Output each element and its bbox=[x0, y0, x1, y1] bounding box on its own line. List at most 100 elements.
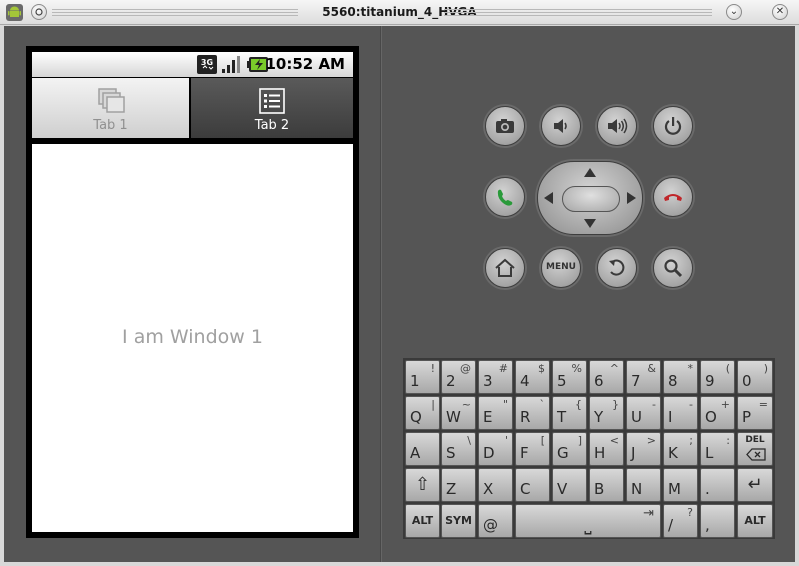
tab-2-label: Tab 2 bbox=[254, 118, 290, 133]
dpad-down-icon[interactable] bbox=[584, 219, 596, 228]
window-close-button[interactable]: ✕ bbox=[772, 4, 788, 20]
list-icon bbox=[259, 88, 285, 114]
dpad-right-icon[interactable] bbox=[627, 192, 636, 204]
key-5[interactable]: 5% bbox=[552, 360, 587, 394]
svg-text:3G: 3G bbox=[201, 58, 213, 67]
key-k[interactable]: K; bbox=[663, 432, 698, 466]
window-collapse-button[interactable]: ⌄ bbox=[726, 4, 742, 20]
end-call-icon bbox=[664, 194, 682, 201]
menu-button-label: MENU bbox=[546, 262, 576, 272]
home-icon bbox=[495, 258, 515, 277]
key-o[interactable]: O + bbox=[700, 396, 735, 430]
key-comma[interactable]: , bbox=[700, 504, 735, 538]
key-3[interactable]: 3 # bbox=[478, 360, 513, 394]
key-4[interactable]: 4 $ bbox=[515, 360, 550, 394]
tab-icon: ⇥ bbox=[643, 506, 654, 521]
back-button[interactable] bbox=[597, 248, 637, 288]
key-h[interactable]: H < bbox=[589, 432, 624, 466]
search-button[interactable] bbox=[653, 248, 693, 288]
volume-down-button[interactable] bbox=[541, 106, 581, 146]
key-0[interactable]: 0) bbox=[737, 360, 773, 394]
key-9[interactable]: 9( bbox=[700, 360, 735, 394]
key-l[interactable]: L: bbox=[700, 432, 735, 466]
tab-2[interactable]: Tab 2 bbox=[191, 78, 353, 138]
tab-1[interactable]: Tab 1 bbox=[32, 78, 189, 138]
key-r[interactable]: R ` bbox=[515, 396, 550, 430]
dpad-center-button[interactable] bbox=[562, 186, 620, 212]
volume-up-icon bbox=[608, 118, 628, 134]
power-button[interactable] bbox=[653, 106, 693, 146]
search-icon bbox=[664, 259, 683, 278]
window-stack-icon bbox=[97, 88, 125, 113]
volume-up-button[interactable] bbox=[597, 106, 637, 146]
key-enter[interactable]: ↵ bbox=[737, 468, 773, 502]
home-button[interactable] bbox=[485, 248, 525, 288]
key-p[interactable]: P = bbox=[737, 396, 773, 430]
close-icon: ✕ bbox=[775, 6, 785, 17]
dpad-up-icon[interactable] bbox=[584, 168, 596, 177]
key-g[interactable]: G] bbox=[552, 432, 587, 466]
enter-icon: ↵ bbox=[747, 474, 763, 495]
emulator-body: 3G 10:52 AM Tab 1 Tab 2 I am Window 1 ME… bbox=[4, 26, 795, 562]
status-time: 10:52 AM bbox=[265, 55, 345, 73]
key-space[interactable]: ⎵ ⇥ bbox=[515, 504, 661, 538]
key-6[interactable]: 6 ^ bbox=[589, 360, 624, 394]
key-v[interactable]: V bbox=[552, 468, 587, 502]
key-a[interactable]: A bbox=[405, 432, 440, 466]
network-3g-icon: 3G bbox=[197, 55, 217, 74]
key-j[interactable]: J > bbox=[626, 432, 661, 466]
key-c[interactable]: C bbox=[515, 468, 550, 502]
emulator-divider bbox=[380, 26, 382, 562]
window-titlebar: 5560:titanium_4_HVGA ⌄ ✕ bbox=[0, 0, 799, 25]
end-call-button[interactable] bbox=[653, 177, 693, 217]
key-e[interactable]: E " bbox=[478, 396, 513, 430]
window-text: I am Window 1 bbox=[122, 326, 263, 348]
key-7[interactable]: 7 & bbox=[626, 360, 661, 394]
chevron-down-icon: ⌄ bbox=[729, 6, 739, 17]
volume-down-icon bbox=[554, 119, 567, 133]
menu-button[interactable]: MENU bbox=[541, 248, 581, 288]
key-del[interactable]: DEL bbox=[737, 432, 773, 466]
key-alt-left[interactable]: ALT bbox=[405, 504, 440, 538]
key-n[interactable]: N bbox=[626, 468, 661, 502]
camera-button[interactable] bbox=[485, 106, 525, 146]
dpad-left-icon[interactable] bbox=[544, 192, 553, 204]
key-q[interactable]: Q | bbox=[405, 396, 440, 430]
titlebar-grip-right bbox=[444, 9, 712, 16]
key-t[interactable]: T{ bbox=[552, 396, 587, 430]
backspace-icon bbox=[746, 448, 766, 461]
call-button[interactable] bbox=[485, 177, 525, 217]
key-d[interactable]: D ' bbox=[478, 432, 513, 466]
key-z[interactable]: Z bbox=[441, 468, 476, 502]
key-m[interactable]: M bbox=[663, 468, 698, 502]
key-alt-right[interactable]: ALT bbox=[737, 504, 773, 538]
tab-bar: Tab 1 Tab 2 bbox=[32, 78, 353, 138]
key-i[interactable]: I- bbox=[663, 396, 698, 430]
camera-icon bbox=[496, 119, 514, 133]
key-at[interactable]: @ bbox=[478, 504, 513, 538]
phone-screen: 3G 10:52 AM Tab 1 Tab 2 I am Window 1 bbox=[26, 46, 359, 538]
key-b[interactable]: B bbox=[589, 468, 624, 502]
key-8[interactable]: 8 * bbox=[663, 360, 698, 394]
shift-icon: ⇧ bbox=[414, 474, 431, 495]
signal-strength-icon bbox=[222, 56, 240, 73]
phone-call-icon bbox=[497, 189, 513, 206]
key-2[interactable]: 2 @ bbox=[441, 360, 476, 394]
key-u[interactable]: U- bbox=[626, 396, 661, 430]
key-f[interactable]: F[ bbox=[515, 432, 550, 466]
hardware-keyboard: 1! 2 @ 3 # 4 $ 5% 6 ^ 7 & 8 * 9( 0) Q | W ~ E " R… bbox=[403, 358, 775, 539]
back-arrow-icon bbox=[609, 259, 625, 276]
power-icon bbox=[664, 117, 682, 135]
key-slash[interactable]: /? bbox=[663, 504, 698, 538]
key-s[interactable]: S \ bbox=[441, 432, 476, 466]
directional-pad[interactable] bbox=[537, 161, 643, 235]
key-w[interactable]: W ~ bbox=[441, 396, 476, 430]
key-period[interactable]: . bbox=[700, 468, 735, 502]
key-x[interactable]: X bbox=[478, 468, 513, 502]
space-icon: ⎵ bbox=[584, 514, 592, 535]
key-sym[interactable]: SYM bbox=[441, 504, 476, 538]
key-y[interactable]: Y} bbox=[589, 396, 624, 430]
window-content: I am Window 1 bbox=[32, 144, 353, 532]
key-shift[interactable]: ⇧ bbox=[405, 468, 440, 502]
key-1[interactable]: 1! bbox=[405, 360, 440, 394]
